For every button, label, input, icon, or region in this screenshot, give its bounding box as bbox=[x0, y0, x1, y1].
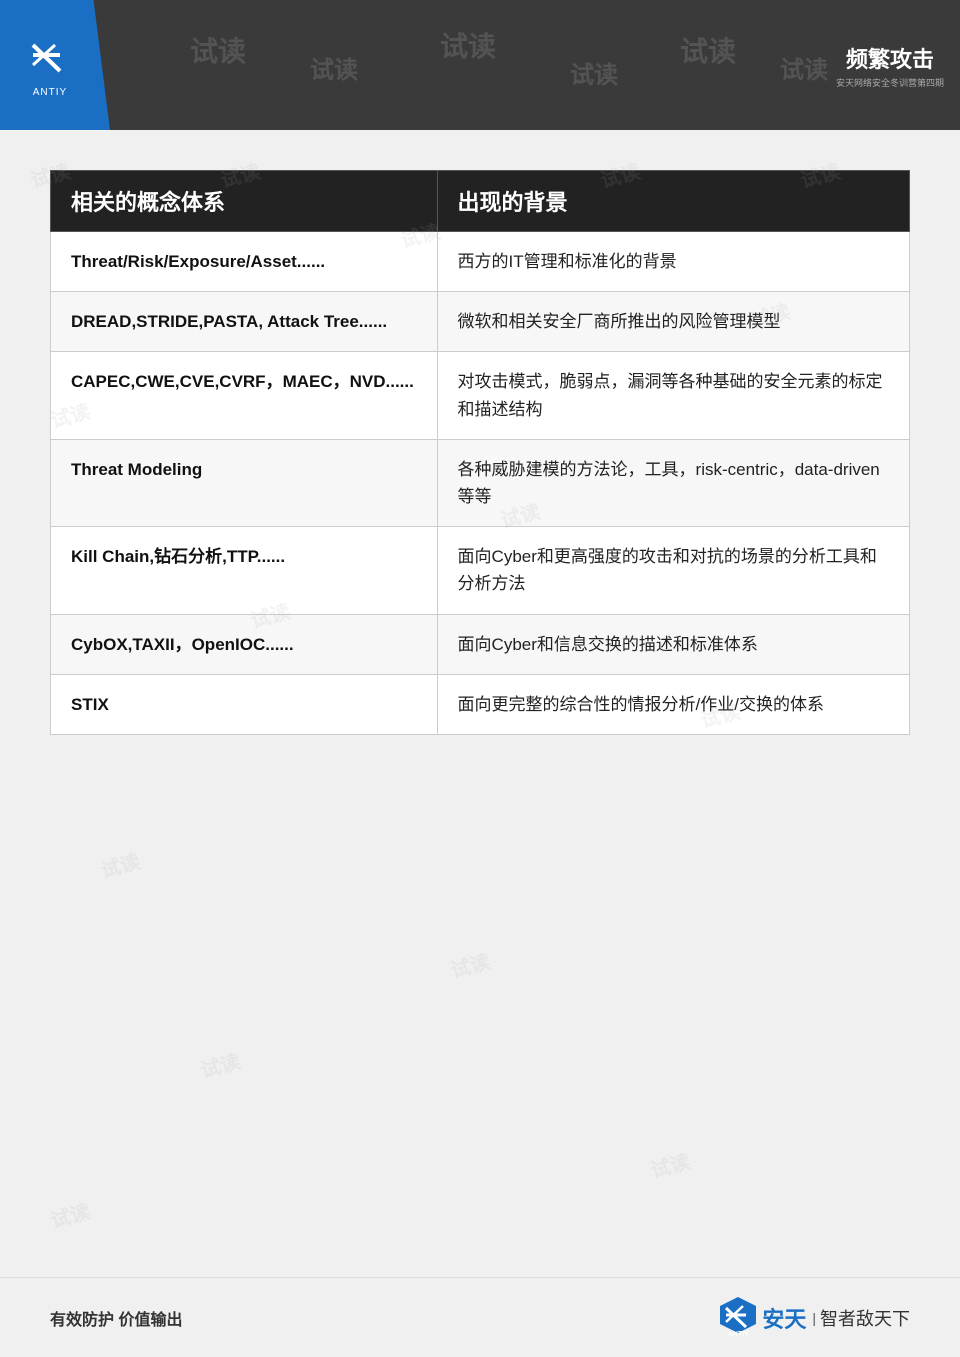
col1-header: 相关的概念体系 bbox=[51, 171, 438, 232]
table-cell-col1: CAPEC,CWE,CVE,CVRF，MAEC，NVD...... bbox=[51, 352, 438, 439]
main-table: 相关的概念体系 出现的背景 Threat/Risk/Exposure/Asset… bbox=[50, 170, 910, 735]
footer-brand-slogan: 智者敌天下 bbox=[820, 1305, 910, 1331]
table-cell-col2: 各种威胁建模的方法论，工具，risk-centric，data-driven等等 bbox=[437, 439, 909, 526]
watermark-11: 试读 bbox=[447, 945, 493, 983]
footer-brand-cn: 安天 bbox=[762, 1302, 806, 1334]
header: ANTIY 试读 试读 试读 试读 试读 试读 频繁攻击 安天网络安全冬训营第四… bbox=[0, 0, 960, 130]
table-cell-col1: DREAD,STRIDE,PASTA, Attack Tree...... bbox=[51, 292, 438, 352]
watermark-13: 试读 bbox=[647, 1145, 693, 1183]
table-cell-col2: 面向Cyber和信息交换的描述和标准体系 bbox=[437, 614, 909, 674]
table-cell-col1: Kill Chain,钻石分析,TTP...... bbox=[51, 527, 438, 614]
footer-antiy-label: ANTIY bbox=[728, 1331, 749, 1338]
watermark-12: 试读 bbox=[197, 1045, 243, 1083]
brand-sub: 安天网络安全冬训营第四期 bbox=[836, 76, 944, 89]
footer-left-text: 有效防护 价值输出 bbox=[50, 1306, 182, 1330]
table-cell-col1: STIX bbox=[51, 674, 438, 734]
table-cell-col2: 面向Cyber和更高强度的攻击和对抗的场景的分析工具和分析方法 bbox=[437, 527, 909, 614]
logo-symbol bbox=[25, 33, 75, 83]
watermark-10: 试读 bbox=[97, 845, 143, 883]
table-row: DREAD,STRIDE,PASTA, Attack Tree......微软和… bbox=[51, 292, 910, 352]
header-watermarks: 试读 试读 试读 试读 试读 试读 bbox=[110, 0, 830, 130]
watermark-14: 试读 bbox=[47, 1195, 93, 1233]
main-content: 相关的概念体系 出现的背景 Threat/Risk/Exposure/Asset… bbox=[0, 130, 960, 755]
col2-header: 出现的背景 bbox=[437, 171, 909, 232]
footer: 有效防护 价值输出 ANTIY 安天 | 智者敌天下 bbox=[0, 1277, 960, 1357]
table-cell-col1: CybOX,TAXII，OpenIOC...... bbox=[51, 614, 438, 674]
table-row: CybOX,TAXII，OpenIOC......面向Cyber和信息交换的描述… bbox=[51, 614, 910, 674]
brand-name: 频繁攻击 bbox=[846, 42, 934, 74]
header-brand: 频繁攻击 安天网络安全冬训营第四期 bbox=[830, 25, 950, 105]
footer-logo-icon bbox=[718, 1295, 758, 1335]
table-row: STIX面向更完整的综合性的情报分析/作业/交换的体系 bbox=[51, 674, 910, 734]
table-cell-col1: Threat Modeling bbox=[51, 439, 438, 526]
table-cell-col2: 西方的IT管理和标准化的背景 bbox=[437, 232, 909, 292]
footer-logo: ANTIY 安天 | 智者敌天下 bbox=[718, 1295, 910, 1340]
logo-box: ANTIY bbox=[0, 0, 110, 130]
table-row: CAPEC,CWE,CVE,CVRF，MAEC，NVD......对攻击模式，脆… bbox=[51, 352, 910, 439]
table-cell-col2: 微软和相关安全厂商所推出的风险管理模型 bbox=[437, 292, 909, 352]
table-cell-col1: Threat/Risk/Exposure/Asset...... bbox=[51, 232, 438, 292]
logo-text: ANTIY bbox=[33, 87, 67, 98]
table-row: Kill Chain,钻石分析,TTP......面向Cyber和更高强度的攻击… bbox=[51, 527, 910, 614]
table-cell-col2: 对攻击模式，脆弱点，漏洞等各种基础的安全元素的标定和描述结构 bbox=[437, 352, 909, 439]
table-cell-col2: 面向更完整的综合性的情报分析/作业/交换的体系 bbox=[437, 674, 909, 734]
table-row: Threat Modeling各种威胁建模的方法论，工具，risk-centri… bbox=[51, 439, 910, 526]
footer-right: ANTIY 安天 | 智者敌天下 bbox=[718, 1295, 910, 1340]
table-row: Threat/Risk/Exposure/Asset......西方的IT管理和… bbox=[51, 232, 910, 292]
